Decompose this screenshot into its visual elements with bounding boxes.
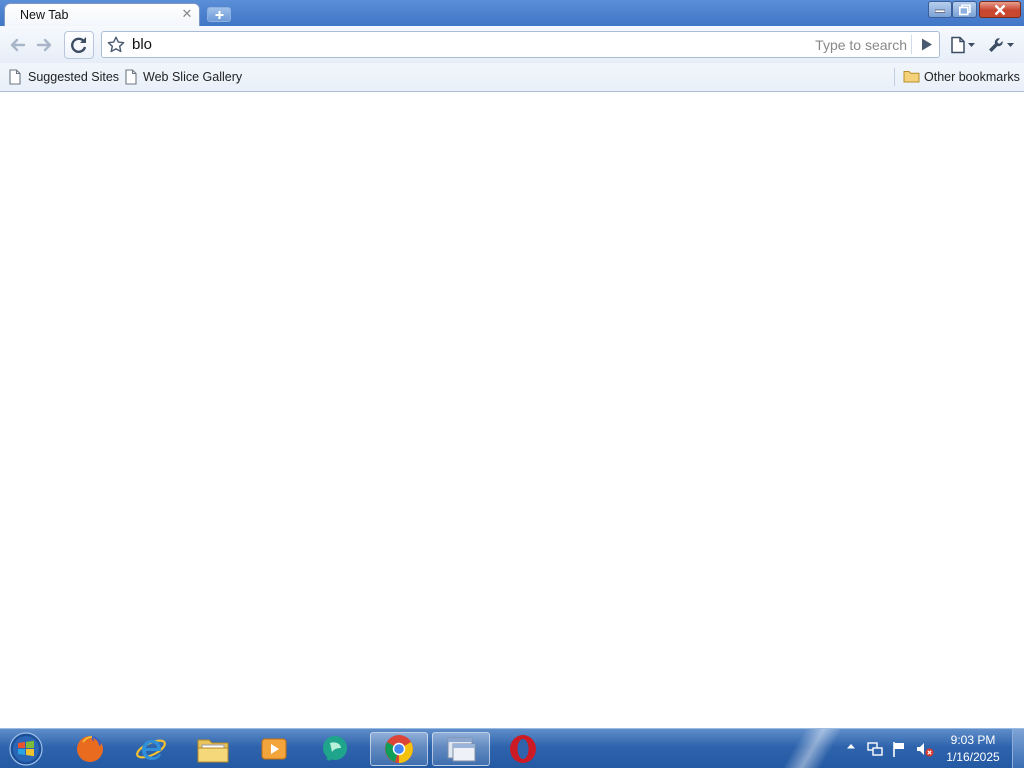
wrench-menu-button[interactable] [987,36,1017,59]
page-icon [951,36,975,54]
close-window-button[interactable] [979,1,1021,18]
restore-icon [958,4,971,15]
new-tab-button[interactable] [207,7,231,22]
search-placeholder: Type to search [815,37,907,53]
clock-time: 9:03 PM [950,733,996,747]
page-content [0,92,1024,728]
messenger-icon [323,736,347,762]
folder-icon [903,71,920,83]
file-explorer-icon [197,739,229,763]
close-icon [994,4,1006,15]
start-button[interactable] [6,731,46,767]
arrow-left-icon [10,38,26,52]
divider [911,35,912,54]
address-bar[interactable]: Type to search [101,31,940,58]
page-menu-button[interactable] [950,36,978,59]
play-icon[interactable] [921,38,932,51]
minimize-icon [935,9,945,13]
network-icon[interactable] [866,740,884,758]
plus-icon [215,11,224,19]
bookmark-label: Other bookmarks [924,70,1020,84]
page-icon [9,69,21,85]
restore-button[interactable] [952,1,977,18]
volume-muted-icon[interactable] [915,740,935,758]
page-icon [125,69,137,85]
window-taskbar-button[interactable] [432,732,490,766]
firefox-icon [77,736,103,762]
address-input[interactable] [132,33,772,56]
star-icon[interactable] [107,36,125,53]
minimize-button[interactable] [928,1,952,18]
close-icon[interactable]: ✕ [180,7,194,21]
show-desktop-button[interactable] [1012,729,1024,768]
action-center-flag-icon[interactable] [891,740,907,758]
internet-explorer-icon [136,739,166,760]
messenger-taskbar-button[interactable] [308,732,364,766]
opera-taskbar-button[interactable] [495,732,551,766]
media-player-icon [261,738,287,760]
reload-icon [71,37,87,53]
bookmark-label: Suggested Sites [28,70,120,84]
chrome-icon [385,735,413,763]
title-bar: New Tab ✕ [0,0,1024,26]
wrench-icon [989,38,1014,52]
arrow-right-icon [36,38,52,52]
tab-new-tab[interactable]: New Tab ✕ [4,3,200,26]
bookmarks-bar: Suggested Sites Web Slice Gallery Other … [0,63,1024,92]
bookmark-label: Web Slice Gallery [143,70,243,84]
divider [894,68,895,86]
opera-icon [510,735,536,763]
system-clock[interactable]: 9:03 PM 1/16/2025 [938,732,1008,766]
window-app-icon [447,737,476,762]
media-player-taskbar-button[interactable] [246,732,302,766]
forward-button[interactable] [31,32,57,58]
reload-button[interactable] [64,31,94,59]
firefox-taskbar-button[interactable] [62,732,118,766]
chrome-taskbar-button[interactable] [370,732,428,766]
clock-date: 1/16/2025 [946,750,1000,764]
ie-taskbar-button[interactable] [123,732,179,766]
explorer-taskbar-button[interactable] [185,732,241,766]
show-hidden-icons-icon[interactable] [846,742,856,750]
back-button[interactable] [5,32,31,58]
tab-title: New Tab [20,8,69,22]
windows-start-icon [9,732,43,766]
